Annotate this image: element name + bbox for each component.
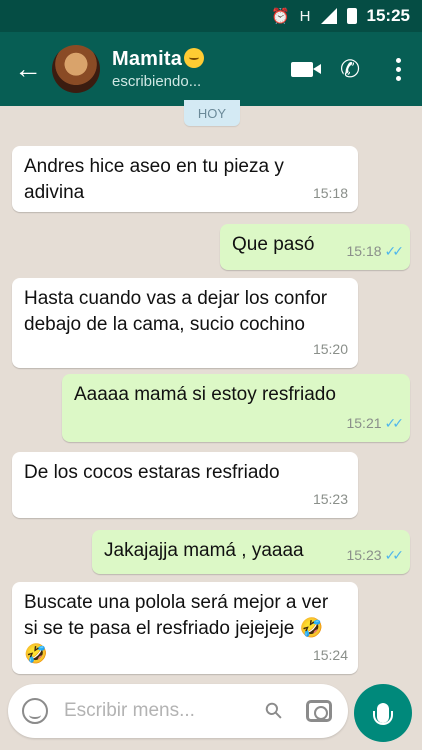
- contact-info[interactable]: Mamita escribiendo...: [112, 48, 278, 90]
- avatar[interactable]: [52, 45, 100, 93]
- message-time: 15:20: [312, 341, 348, 357]
- read-ticks-icon: ✓✓: [384, 415, 405, 431]
- message-incoming[interactable]: Buscate una polola será mejor a ver si s…: [12, 582, 358, 674]
- message-meta: 15:23 ✓✓: [346, 542, 405, 568]
- voice-call-button[interactable]: ✆: [326, 45, 374, 93]
- message-text: Andres hice aseo en tu pieza y adivina: [24, 156, 284, 203]
- message-time: 15:18: [346, 243, 382, 259]
- message-incoming[interactable]: Hasta cuando vas a dejar los confor deba…: [12, 278, 358, 368]
- battery-icon: [346, 8, 357, 24]
- status-bar: ⏰ H 15:25: [0, 0, 422, 32]
- status-time: 15:25: [366, 6, 410, 25]
- message-text: Que pasó: [232, 234, 315, 255]
- message-list[interactable]: HOY Andres hice aseo en tu pieza y adivi…: [0, 100, 422, 674]
- video-camera-icon: [291, 61, 321, 77]
- message-outgoing[interactable]: Jakajajja mamá , yaaaa 15:23 ✓✓: [92, 530, 410, 574]
- read-ticks-icon: ✓✓: [384, 243, 405, 259]
- contact-name-row: Mamita: [112, 48, 278, 71]
- message-time: 15:23: [346, 547, 382, 563]
- date-chip: HOY: [184, 100, 240, 126]
- compose-bar: Escribir mens... ⚲: [0, 674, 422, 750]
- camera-icon[interactable]: [306, 700, 332, 722]
- alarm-icon: ⏰: [270, 8, 290, 25]
- voice-record-button[interactable]: [354, 684, 412, 742]
- more-options-button[interactable]: [374, 45, 422, 93]
- microphone-icon: [373, 703, 393, 725]
- message-text: Buscate una polola será mejor a ver si s…: [24, 592, 329, 639]
- signal-icon: [320, 8, 337, 24]
- message-incoming[interactable]: Andres hice aseo en tu pieza y adivina 1…: [12, 146, 358, 212]
- message-input-placeholder[interactable]: Escribir mens...: [64, 700, 266, 722]
- message-incoming[interactable]: De los cocos estaras resfriado 15:23: [12, 452, 358, 518]
- message-meta: 15:18 ✓✓: [346, 238, 405, 264]
- video-call-button[interactable]: [278, 45, 326, 93]
- message-input[interactable]: Escribir mens... ⚲: [8, 684, 348, 738]
- back-arrow-icon[interactable]: ←: [8, 53, 48, 85]
- message-text: De los cocos estaras resfriado: [24, 462, 280, 483]
- message-outgoing[interactable]: Que pasó 15:18 ✓✓: [220, 224, 410, 270]
- read-ticks-icon: ✓✓: [384, 547, 405, 563]
- emoji-icon[interactable]: [22, 698, 48, 724]
- contact-status: escribiendo...: [112, 73, 202, 90]
- message-time: 15:23: [312, 491, 348, 507]
- more-vertical-icon: [395, 57, 401, 81]
- message-text: Jakajajja mamá , yaaaa: [104, 540, 304, 561]
- message-time: 15:18: [312, 185, 348, 201]
- chat-header: ← Mamita escribiendo... ✆: [0, 32, 422, 106]
- contact-name: Mamita: [112, 48, 183, 70]
- message-time: 15:24: [312, 647, 348, 663]
- kissing-face-icon: [184, 48, 205, 68]
- message-outgoing[interactable]: Aaaaa mamá si estoy resfriado 15:21 ✓✓: [62, 374, 410, 442]
- phone-icon: ✆: [339, 55, 361, 83]
- message-text: Aaaaa mamá si estoy resfriado: [74, 384, 336, 405]
- message-meta: 15:21 ✓✓: [346, 410, 405, 436]
- message-text: Hasta cuando vas a dejar los confor deba…: [24, 288, 328, 335]
- network-type: H: [299, 7, 311, 25]
- message-time: 15:21: [346, 415, 382, 431]
